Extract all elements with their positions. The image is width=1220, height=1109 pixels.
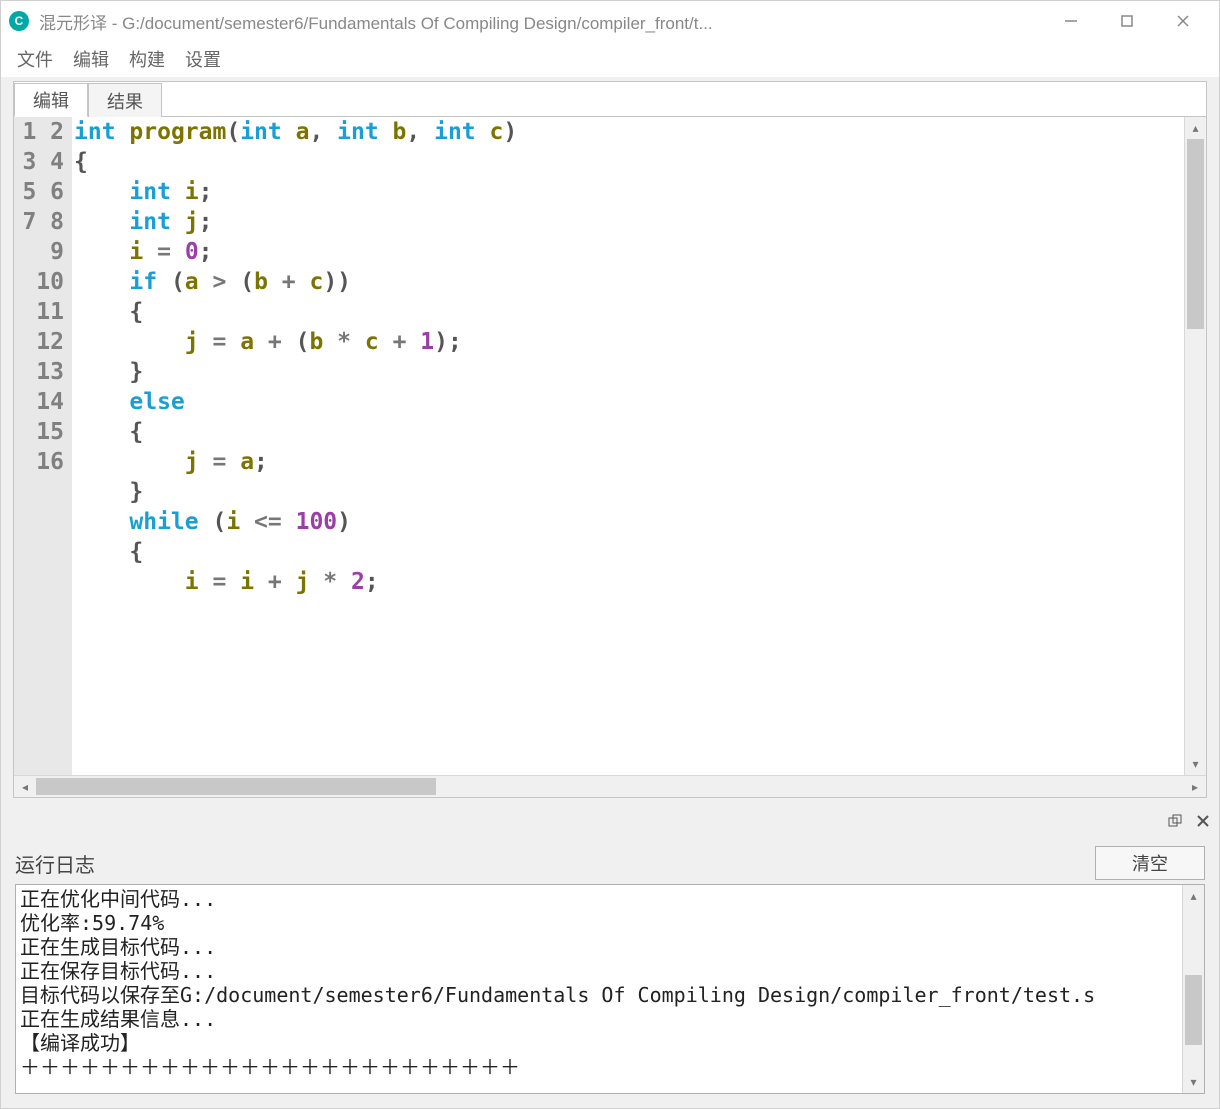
- close-icon: [1196, 814, 1210, 828]
- window-controls: [1043, 1, 1211, 41]
- editor-inner: 1 2 3 4 5 6 7 8 9 10 11 12 13 14 15 16 i…: [14, 116, 1206, 797]
- code-line[interactable]: i = i + j * 2;: [74, 567, 1184, 597]
- code-line[interactable]: while (i <= 100): [74, 507, 1184, 537]
- code-line[interactable]: {: [74, 537, 1184, 567]
- scroll-up-icon[interactable]: ▴: [1183, 885, 1204, 907]
- scroll-left-icon[interactable]: ◂: [14, 776, 36, 797]
- code-line[interactable]: {: [74, 147, 1184, 177]
- log-pane: 运行日志 清空 正在优化中间代码... 优化率:59.74% 正在生成目标代码.…: [1, 834, 1219, 1108]
- scroll-up-icon[interactable]: ▴: [1185, 117, 1206, 139]
- close-icon: [1176, 14, 1190, 28]
- menu-edit[interactable]: 编辑: [63, 42, 119, 76]
- clear-log-button[interactable]: 清空: [1095, 846, 1205, 880]
- app-window: C 混元形译 - G:/document/semester6/Fundament…: [0, 0, 1220, 1109]
- close-button[interactable]: [1155, 1, 1211, 41]
- code-line[interactable]: j = a + (b * c + 1);: [74, 327, 1184, 357]
- code-text[interactable]: int program(int a, int b, int c){ int i;…: [72, 117, 1184, 775]
- code-line[interactable]: j = a;: [74, 447, 1184, 477]
- code-line[interactable]: else: [74, 387, 1184, 417]
- minimize-button[interactable]: [1043, 1, 1099, 41]
- code-line[interactable]: int program(int a, int b, int c): [74, 117, 1184, 147]
- menu-build[interactable]: 构建: [119, 42, 175, 76]
- dock-close-button[interactable]: [1193, 811, 1213, 831]
- code-area[interactable]: 1 2 3 4 5 6 7 8 9 10 11 12 13 14 15 16 i…: [14, 117, 1206, 775]
- code-line[interactable]: i = 0;: [74, 237, 1184, 267]
- editor-vertical-scrollbar[interactable]: ▴ ▾: [1184, 117, 1206, 775]
- float-icon: [1168, 814, 1182, 828]
- scroll-right-icon[interactable]: ▸: [1184, 776, 1206, 797]
- code-line[interactable]: }: [74, 357, 1184, 387]
- window-title: 混元形译 - G:/document/semester6/Fundamental…: [39, 9, 1043, 34]
- scroll-down-icon[interactable]: ▾: [1183, 1071, 1204, 1093]
- log-text[interactable]: 正在优化中间代码... 优化率:59.74% 正在生成目标代码... 正在保存目…: [16, 885, 1182, 1093]
- splitter[interactable]: [1, 798, 1219, 808]
- code-line[interactable]: {: [74, 417, 1184, 447]
- scroll-thumb[interactable]: [1187, 139, 1204, 329]
- log-title-row: 运行日志 清空: [15, 842, 1205, 884]
- code-line[interactable]: if (a > (b + c)): [74, 267, 1184, 297]
- minimize-icon: [1064, 14, 1078, 28]
- menubar: 文件 编辑 构建 设置: [1, 41, 1219, 77]
- app-icon: C: [9, 11, 29, 31]
- scroll-down-icon[interactable]: ▾: [1185, 753, 1206, 775]
- code-line[interactable]: }: [74, 477, 1184, 507]
- log-box: 正在优化中间代码... 优化率:59.74% 正在生成目标代码... 正在保存目…: [15, 884, 1205, 1094]
- log-title: 运行日志: [15, 849, 95, 878]
- code-line[interactable]: int j;: [74, 207, 1184, 237]
- editor-horizontal-scrollbar[interactable]: ◂ ▸: [14, 775, 1206, 797]
- titlebar: C 混元形译 - G:/document/semester6/Fundament…: [1, 1, 1219, 41]
- dock-float-button[interactable]: [1165, 811, 1185, 831]
- line-number-gutter: 1 2 3 4 5 6 7 8 9 10 11 12 13 14 15 16: [14, 117, 72, 775]
- main-area: 编辑 结果 1 2 3 4 5 6 7 8 9 10 11 12 13 14 1…: [1, 77, 1219, 1108]
- maximize-icon: [1120, 14, 1134, 28]
- code-line[interactable]: int i;: [74, 177, 1184, 207]
- menu-file[interactable]: 文件: [7, 42, 63, 76]
- menu-settings[interactable]: 设置: [175, 42, 231, 76]
- tab-edit[interactable]: 编辑: [14, 83, 88, 117]
- hscroll-track[interactable]: [36, 776, 1184, 797]
- editor-tabs: 编辑 结果: [14, 82, 1206, 116]
- scroll-thumb[interactable]: [1185, 975, 1202, 1045]
- tab-result[interactable]: 结果: [88, 83, 162, 117]
- code-line[interactable]: {: [74, 297, 1184, 327]
- editor-pane: 编辑 结果 1 2 3 4 5 6 7 8 9 10 11 12 13 14 1…: [13, 81, 1207, 798]
- dock-header: [1, 808, 1219, 834]
- maximize-button[interactable]: [1099, 1, 1155, 41]
- log-vertical-scrollbar[interactable]: ▴ ▾: [1182, 885, 1204, 1093]
- hscroll-thumb[interactable]: [36, 778, 436, 795]
